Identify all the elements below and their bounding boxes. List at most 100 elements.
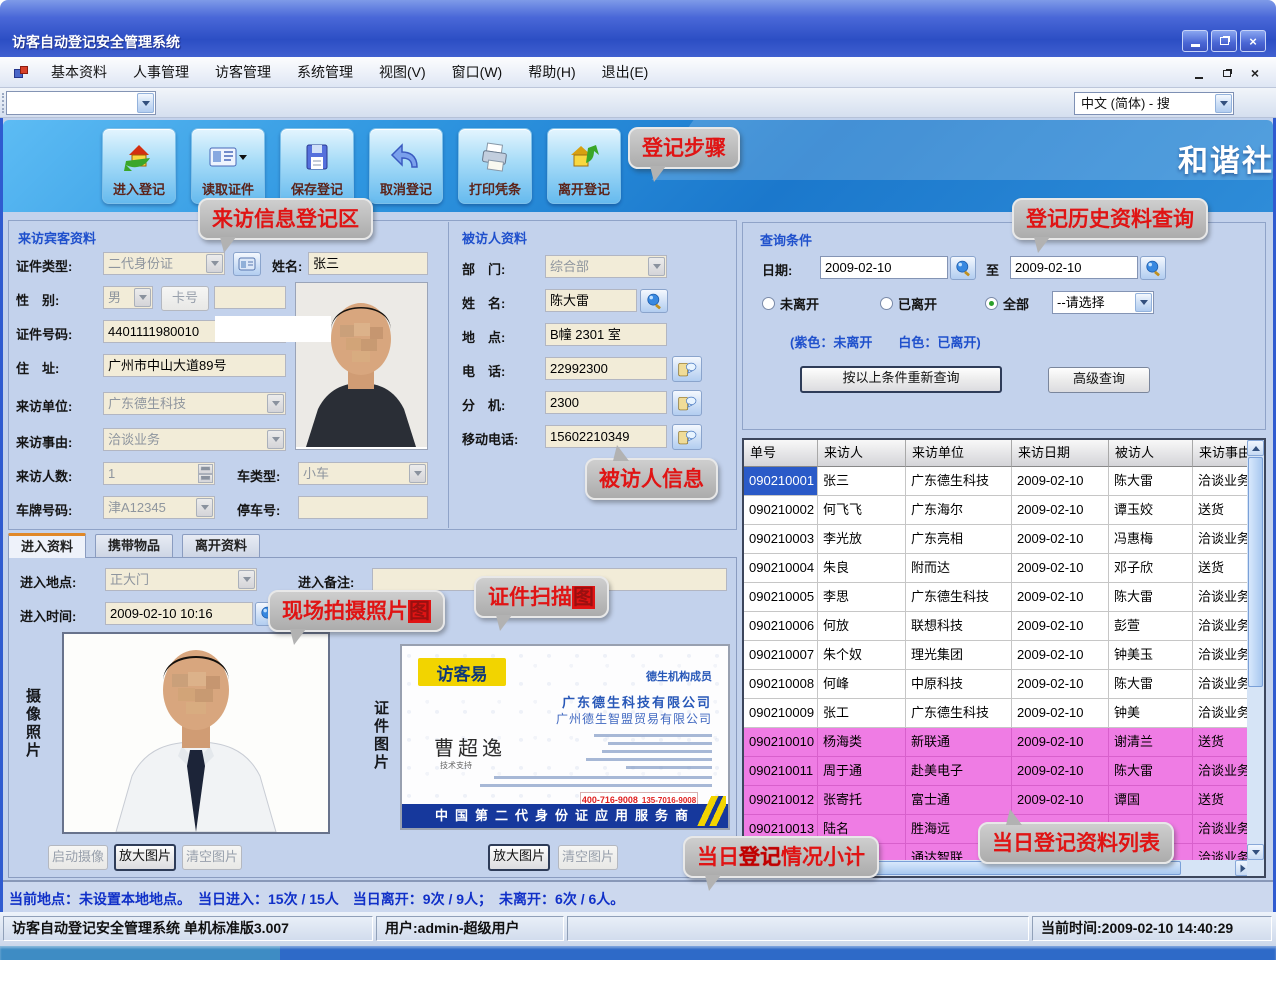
address-input[interactable]: 广州市中山大道89号 xyxy=(103,354,286,377)
card-no-input[interactable] xyxy=(214,286,286,309)
clear-card-button[interactable]: 清空图片 xyxy=(558,845,618,870)
table-row[interactable]: 090210010杨海类新联通2009-02-10谢清兰送货 xyxy=(744,728,1251,757)
advanced-query-button[interactable]: 高级查询 xyxy=(1048,367,1150,393)
mdi-restore-button[interactable] xyxy=(1218,64,1236,82)
table-row[interactable]: 090210004朱良附而达2009-02-10邓子欣送货 xyxy=(744,554,1251,583)
visited-name-input[interactable]: 陈大雷 xyxy=(545,289,637,312)
phone-input[interactable]: 22992300 xyxy=(545,357,667,380)
card-no-button[interactable]: 卡号 xyxy=(161,286,209,311)
table-row[interactable]: 090210006何放联想科技2009-02-10彭萱洽谈业务 xyxy=(744,612,1251,641)
scrollbar-thumb[interactable] xyxy=(1248,457,1263,687)
visitor-name-input[interactable]: 张三 xyxy=(308,252,428,275)
chevron-down-icon[interactable] xyxy=(1215,94,1232,113)
call-phone-button[interactable] xyxy=(672,356,702,382)
chevron-down-icon[interactable] xyxy=(137,93,154,113)
table-row[interactable]: 090210002何飞飞广东海尔2009-02-10谭玉姣送货 xyxy=(744,496,1251,525)
menu-item[interactable]: 视图(V) xyxy=(366,57,439,88)
leave-register-button[interactable]: 离开登记 xyxy=(547,128,621,204)
chevron-down-icon[interactable] xyxy=(267,394,284,413)
cancel-register-button[interactable]: 取消登记 xyxy=(369,128,443,204)
column-header[interactable]: 单号 xyxy=(744,440,818,467)
entry-time-input[interactable]: 2009-02-10 10:16 xyxy=(105,602,253,625)
parking-input[interactable] xyxy=(298,496,428,519)
chevron-down-icon[interactable] xyxy=(238,570,255,589)
chevron-down-icon[interactable] xyxy=(1135,293,1152,312)
vehicle-combo[interactable]: 小车 xyxy=(298,462,428,485)
vertical-scrollbar[interactable] xyxy=(1247,440,1264,860)
toolbar-grip[interactable] xyxy=(2,93,5,113)
clear-photo-button[interactable]: 清空图片 xyxy=(182,845,242,870)
menu-item[interactable]: 基本资料 xyxy=(38,57,120,88)
unit-combo[interactable]: 广东德生科技 xyxy=(103,392,286,415)
column-header[interactable]: 来访单位 xyxy=(906,440,1012,467)
zoom-photo-button[interactable]: 放大图片 xyxy=(114,844,176,871)
column-header[interactable]: 来访日期 xyxy=(1012,440,1109,467)
mdi-minimize-button[interactable] xyxy=(1190,64,1208,82)
date-from-picker-button[interactable] xyxy=(950,256,976,280)
chevron-down-icon[interactable] xyxy=(206,254,223,273)
minimize-button[interactable] xyxy=(1182,30,1208,52)
tab-leave-info[interactable]: 离开资料 xyxy=(182,534,260,558)
table-row[interactable]: 090210007朱个奴理光集团2009-02-10钟美玉洽谈业务 xyxy=(744,641,1251,670)
chevron-down-icon[interactable] xyxy=(648,257,665,276)
column-header[interactable]: 来访事由 xyxy=(1193,440,1251,467)
mobile-input[interactable]: 15602210349 xyxy=(545,425,667,448)
zoom-card-button[interactable]: 放大图片 xyxy=(488,844,550,871)
radio-not-left[interactable]: 未离开 xyxy=(762,294,819,313)
radio-all[interactable]: 全部 xyxy=(985,294,1029,313)
enter-register-button[interactable]: 进入登记 xyxy=(102,128,176,204)
status-select-combo[interactable]: --请选择 xyxy=(1052,291,1154,314)
requery-button[interactable]: 按以上条件重新查询 xyxy=(800,366,1002,393)
table-row[interactable]: 090210009张工广东德生科技2009-02-10钟美洽谈业务 xyxy=(744,699,1251,728)
dept-combo[interactable]: 综合部 xyxy=(545,255,667,278)
menu-item[interactable]: 人事管理 xyxy=(120,57,202,88)
table-row[interactable]: 090210001张三广东德生科技2009-02-10陈大雷洽谈业务 xyxy=(744,467,1251,496)
location-input[interactable]: B幢 2301 室 xyxy=(545,323,667,346)
table-row[interactable]: 090210011周于通赴美电子2009-02-10陈大雷洽谈业务 xyxy=(744,757,1251,786)
call-ext-button[interactable] xyxy=(672,390,702,416)
tab-entry-info[interactable]: 进入资料 xyxy=(8,533,86,558)
quick-select-combo[interactable] xyxy=(6,91,156,115)
date-from-input[interactable]: 2009-02-10 xyxy=(820,256,948,279)
table-row[interactable]: 090210012张寄托富士通2009-02-10谭国送货 xyxy=(744,786,1251,815)
read-id-card-button[interactable]: 读取证件 xyxy=(191,128,265,204)
radio-left[interactable]: 已离开 xyxy=(880,294,937,313)
table-row[interactable]: 090210008何峰中原科技2009-02-10陈大雷洽谈业务 xyxy=(744,670,1251,699)
date-to-picker-button[interactable] xyxy=(1140,256,1166,280)
menu-item[interactable]: 系统管理 xyxy=(284,57,366,88)
ext-input[interactable]: 2300 xyxy=(545,391,667,414)
gender-combo[interactable]: 男 xyxy=(103,286,153,309)
start-camera-button[interactable]: 启动摄像 xyxy=(48,845,108,870)
column-header[interactable]: 来访人 xyxy=(818,440,906,467)
menu-item[interactable]: 帮助(H) xyxy=(515,57,588,88)
entry-place-combo[interactable]: 正大门 xyxy=(105,568,257,591)
table-row[interactable]: 090210005李思广东德生科技2009-02-10陈大雷洽谈业务 xyxy=(744,583,1251,612)
chevron-down-icon[interactable] xyxy=(267,430,284,449)
chevron-down-icon[interactable] xyxy=(409,464,426,483)
close-button[interactable]: × xyxy=(1240,30,1266,52)
call-mobile-button[interactable] xyxy=(672,424,702,450)
count-spinner[interactable]: 1 xyxy=(103,462,215,485)
save-register-button[interactable]: 保存登记 xyxy=(280,128,354,204)
tab-carried-items[interactable]: 携带物品 xyxy=(95,534,173,558)
restore-button[interactable] xyxy=(1211,30,1237,52)
print-receipt-button[interactable]: 打印凭条 xyxy=(458,128,532,204)
menu-item[interactable]: 退出(E) xyxy=(589,57,662,88)
date-to-input[interactable]: 2009-02-10 xyxy=(1010,256,1138,279)
reason-combo[interactable]: 洽谈业务 xyxy=(103,428,286,451)
id-type-combo[interactable]: 二代身份证 xyxy=(103,252,225,275)
language-bar[interactable]: 中文 (简体) - 搜 xyxy=(1074,92,1234,115)
mdi-close-button[interactable]: × xyxy=(1246,64,1264,82)
chevron-down-icon[interactable] xyxy=(196,498,213,517)
menu-item[interactable]: 窗口(W) xyxy=(439,57,516,88)
plate-combo[interactable]: 津A12345 xyxy=(103,496,215,519)
scroll-up-icon[interactable] xyxy=(1247,440,1264,456)
chevron-down-icon[interactable] xyxy=(134,288,151,307)
id-card-reader-button[interactable] xyxy=(233,252,261,276)
scroll-down-icon[interactable] xyxy=(1247,844,1264,860)
search-person-button[interactable] xyxy=(640,289,668,313)
table-row[interactable]: 090210003李光放广东亮相2009-02-10冯惠梅洽谈业务 xyxy=(744,525,1251,554)
spinner-arrows-icon[interactable] xyxy=(198,464,213,483)
column-header[interactable]: 被访人 xyxy=(1109,440,1193,467)
menu-item[interactable]: 访客管理 xyxy=(202,57,284,88)
